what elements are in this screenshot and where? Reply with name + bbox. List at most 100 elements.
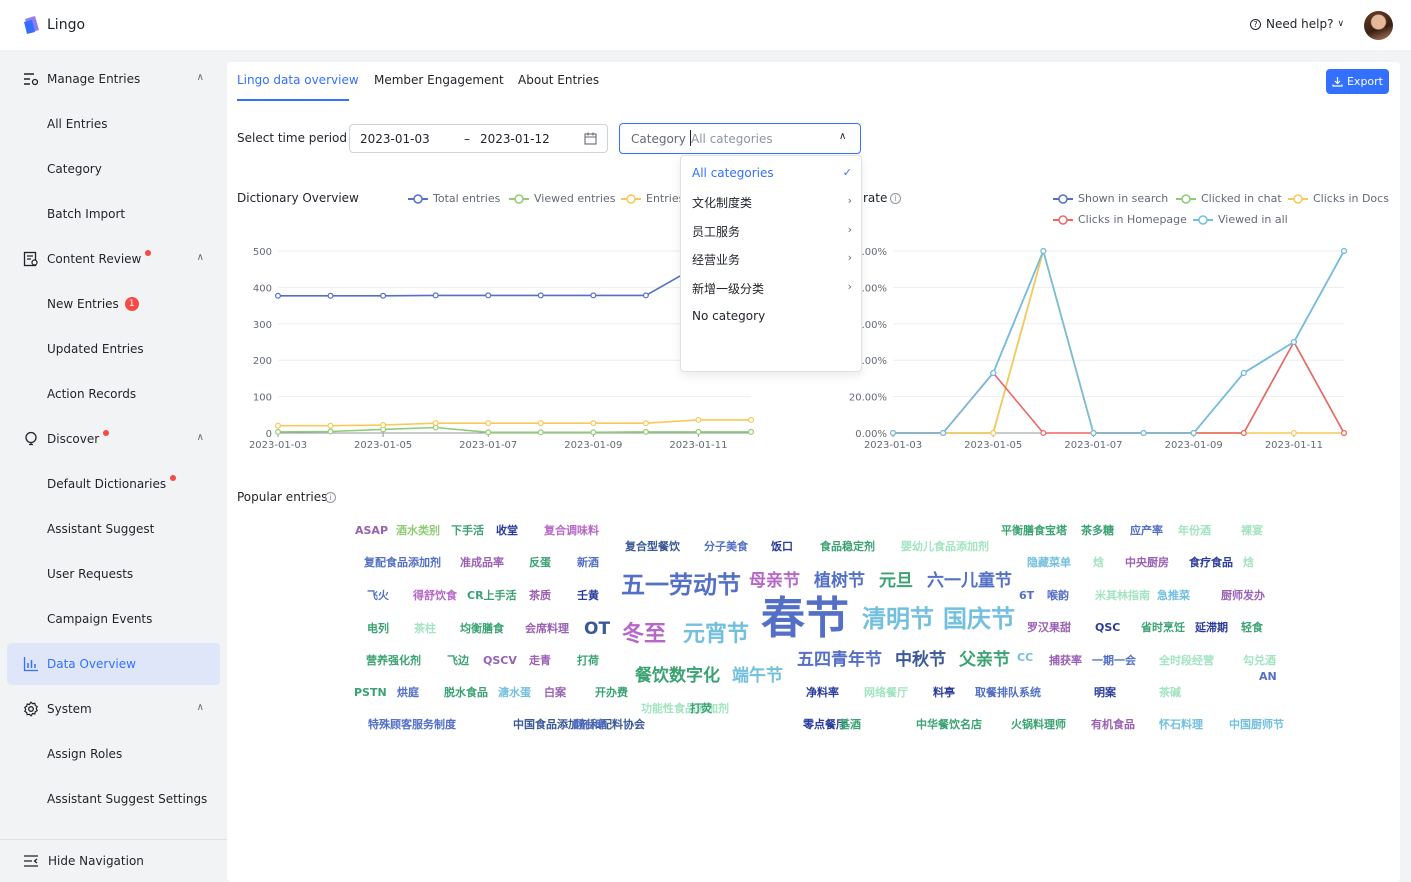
cloud-word[interactable]: 火锅料理师: [1011, 719, 1066, 730]
cloud-word[interactable]: 植树节: [814, 573, 865, 590]
cloud-word[interactable]: 五一劳动节: [621, 573, 741, 597]
cloud-word[interactable]: 有机食品: [1091, 719, 1135, 730]
cloud-word[interactable]: 酒水类别: [396, 525, 440, 536]
dropdown-option-no-category[interactable]: No category: [692, 309, 852, 323]
cloud-word[interactable]: 新酒: [577, 557, 599, 568]
cloud-word[interactable]: 电列: [367, 623, 389, 634]
cloud-word[interactable]: 罗汉果甜: [1027, 622, 1071, 633]
cloud-word[interactable]: 得舒饮食: [413, 590, 457, 601]
cloud-word[interactable]: 会席料理: [525, 623, 569, 634]
cloud-word[interactable]: 全时段经营: [1159, 655, 1214, 666]
cloud-word[interactable]: 婴幼儿食品添加剂: [901, 541, 989, 552]
cloud-word[interactable]: 净料率: [806, 687, 839, 698]
avatar[interactable]: [1364, 11, 1393, 40]
cloud-word[interactable]: 六一儿童节: [927, 573, 1012, 590]
nav-item-data-overview[interactable]: Data Overview: [7, 643, 220, 685]
cloud-word[interactable]: 春节: [761, 597, 849, 641]
cloud-word[interactable]: 下手活: [451, 525, 484, 536]
cloud-word[interactable]: 准成品率: [460, 557, 504, 568]
cloud-word[interactable]: 茶多糖: [1081, 525, 1114, 536]
cloud-word[interactable]: 父亲节: [959, 652, 1010, 669]
cloud-word[interactable]: 冬至: [622, 624, 666, 646]
cloud-word[interactable]: 收堂: [496, 525, 518, 536]
app-logo[interactable]: Lingo: [23, 15, 85, 35]
cloud-word[interactable]: 茶质: [529, 590, 551, 601]
cloud-word[interactable]: 勾兑酒: [1243, 655, 1276, 666]
dropdown-option-employee-service[interactable]: 员工服务 ›: [692, 223, 852, 240]
cloud-word[interactable]: 反蛋: [529, 557, 551, 568]
cloud-word[interactable]: PSTN: [354, 687, 387, 698]
hide-navigation-button[interactable]: Hide Navigation: [0, 839, 227, 882]
nav-group-manage-entries[interactable]: Manage Entries ∧: [7, 58, 220, 100]
cloud-word[interactable]: OT: [584, 621, 610, 638]
cloud-word[interactable]: 怀石料理: [1159, 719, 1203, 730]
cloud-word[interactable]: 明案: [1094, 687, 1116, 698]
cloud-word[interactable]: 开办费: [595, 687, 628, 698]
cloud-word[interactable]: AN: [1259, 671, 1277, 682]
cloud-word[interactable]: 复合型餐饮: [625, 541, 680, 552]
nav-item-updated-entries[interactable]: Updated Entries: [7, 328, 220, 370]
cloud-word[interactable]: 焓: [1093, 557, 1104, 568]
cloud-word[interactable]: 隐藏菜单: [1027, 557, 1071, 568]
dropdown-option-business[interactable]: 经营业务 ›: [692, 251, 852, 268]
cloud-word[interactable]: 清明节: [862, 607, 934, 631]
cloud-word[interactable]: 元宵节: [683, 624, 749, 646]
nav-item-assistant-suggest-settings[interactable]: Assistant Suggest Settings: [7, 778, 220, 820]
cloud-word[interactable]: 分子美食: [704, 541, 748, 552]
cloud-word[interactable]: ASAP: [355, 525, 388, 536]
dropdown-option-all-categories[interactable]: All categories ✓: [692, 166, 852, 180]
cloud-word[interactable]: 飞火: [367, 590, 389, 601]
cloud-word[interactable]: QSCV: [483, 655, 517, 666]
cloud-word[interactable]: 元旦: [879, 573, 913, 590]
cloud-word[interactable]: 食疗食品: [1189, 557, 1233, 568]
cloud-word[interactable]: 打荷: [577, 655, 599, 666]
cloud-word[interactable]: 平衡膳食宝塔: [1001, 525, 1067, 536]
cloud-word[interactable]: 6T: [1019, 590, 1034, 601]
cloud-word[interactable]: 中国厨师节: [1229, 719, 1284, 730]
nav-item-action-records[interactable]: Action Records: [7, 373, 220, 415]
cloud-word[interactable]: 中秋节: [895, 652, 946, 669]
cloud-word[interactable]: 母亲节: [749, 573, 800, 590]
nav-item-user-requests[interactable]: User Requests: [7, 553, 220, 595]
cloud-word[interactable]: 营养强化剂: [366, 655, 421, 666]
cloud-word[interactable]: 茶碱: [1159, 687, 1181, 698]
cloud-word[interactable]: 五四青年节: [797, 652, 882, 669]
cloud-word[interactable]: 一期一会: [1092, 655, 1136, 666]
cloud-word[interactable]: 米其林指南: [1095, 590, 1150, 601]
nav-item-campaign-events[interactable]: Campaign Events: [7, 598, 220, 640]
nav-item-assign-roles[interactable]: Assign Roles: [7, 733, 220, 775]
cloud-word[interactable]: 基酒: [839, 719, 861, 730]
cloud-word[interactable]: 复配食品添加剂: [364, 557, 441, 568]
cloud-word[interactable]: 喉韵: [1047, 590, 1069, 601]
help-menu[interactable]: ? Need help? ∨: [1250, 17, 1344, 31]
nav-group-discover[interactable]: Discover ∧: [7, 418, 220, 460]
cloud-word[interactable]: 壬黄: [577, 590, 599, 601]
cloud-word[interactable]: 网络餐厅: [864, 687, 908, 698]
cloud-word[interactable]: 端午节: [732, 668, 783, 685]
cloud-word[interactable]: 省时烹饪: [1141, 622, 1185, 633]
cloud-word[interactable]: 捕获率: [1049, 655, 1082, 666]
cloud-word[interactable]: 裸宴: [1241, 525, 1263, 536]
cloud-word[interactable]: 烘庭: [397, 687, 419, 698]
cloud-word[interactable]: 厨师发办: [1221, 590, 1265, 601]
cloud-word[interactable]: 国庆节: [943, 607, 1015, 631]
cloud-word[interactable]: 延滞期: [1195, 622, 1228, 633]
nav-item-default-dictionaries[interactable]: Default Dictionaries: [7, 463, 220, 505]
cloud-word[interactable]: 焓: [1243, 557, 1254, 568]
cloud-word[interactable]: 溏水蛋: [498, 687, 531, 698]
cloud-word[interactable]: 食品稳定剂: [820, 541, 875, 552]
dropdown-option-culture[interactable]: 文化制度类 ›: [692, 194, 852, 211]
nav-item-all-entries[interactable]: All Entries: [7, 103, 220, 145]
cloud-word[interactable]: 功能性食品添加剂: [641, 703, 729, 714]
dropdown-option-new-category[interactable]: 新增一级分类 ›: [692, 280, 852, 297]
nav-item-batch-import[interactable]: Batch Import: [7, 193, 220, 235]
cloud-word[interactable]: 走青: [529, 655, 551, 666]
cloud-word[interactable]: 急推菜: [1157, 590, 1190, 601]
nav-group-content-review[interactable]: Content Review ∧: [7, 238, 220, 280]
cloud-word[interactable]: 均衡膳食: [460, 623, 504, 634]
cloud-word[interactable]: 取餐排队系统: [975, 687, 1041, 698]
cloud-word[interactable]: 翻台率: [573, 719, 606, 730]
cloud-word[interactable]: 中华餐饮名店: [916, 719, 982, 730]
cloud-word[interactable]: 饭口: [771, 541, 793, 552]
cloud-word[interactable]: 脱水食品: [444, 687, 488, 698]
